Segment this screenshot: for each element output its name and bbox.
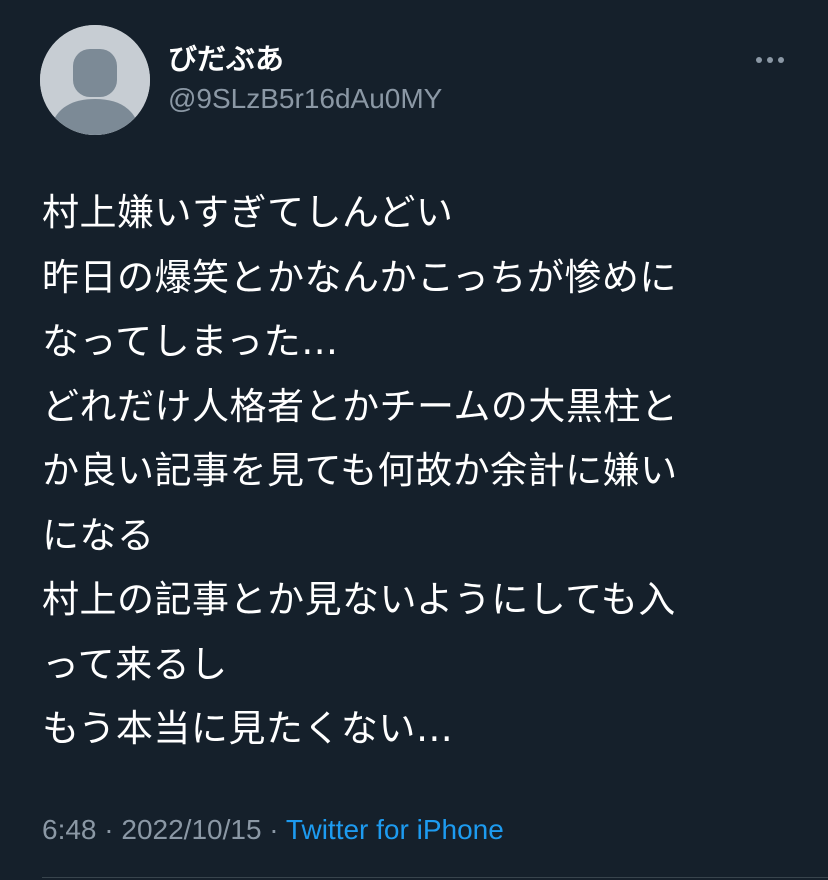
meta-separator: · bbox=[261, 814, 286, 845]
tweet-date[interactable]: 2022/10/15 bbox=[121, 814, 261, 845]
display-name[interactable]: びだぶあ bbox=[168, 40, 284, 78]
tweet-source-link[interactable]: Twitter for iPhone bbox=[286, 814, 504, 845]
tweet-text-line: どれだけ人格者とかチームの大黒柱と bbox=[42, 384, 679, 428]
tweet-text-line: って来るし bbox=[42, 642, 228, 686]
avatar[interactable] bbox=[40, 25, 150, 135]
more-options-button[interactable] bbox=[748, 46, 792, 74]
user-handle[interactable]: @9SLzB5r16dAu0MY bbox=[168, 81, 442, 117]
tweet-metadata: 6:48 · 2022/10/15 · Twitter for iPhone bbox=[42, 810, 504, 850]
tweet-text-line: 村上の記事とか見ないようにしても入 bbox=[42, 578, 676, 621]
default-profile-icon bbox=[40, 25, 150, 135]
divider bbox=[42, 877, 828, 878]
more-dots-icon bbox=[756, 57, 784, 63]
tweet-text-line: なってしまった… bbox=[42, 320, 339, 363]
tweet-time[interactable]: 6:48 bbox=[42, 814, 97, 845]
tweet-text-line: 昨日の爆笑とかなんかこっちが惨めに bbox=[42, 255, 677, 299]
tweet-text: 村上嫌いすぎてしんどい 昨日の爆笑とかなんかこっちが惨めに なってしまった… ど… bbox=[42, 181, 802, 762]
tweet-text-line: 村上嫌いすぎてしんどい bbox=[42, 191, 454, 234]
tweet-text-line: になる bbox=[42, 513, 155, 557]
tweet-text-line: もう本当に見たくない… bbox=[42, 707, 454, 750]
tweet-text-line: か良い記事を見ても何故か余計に嫌い bbox=[42, 449, 678, 492]
meta-separator: · bbox=[96, 814, 122, 845]
tweet-detail: びだぶあ @9SLzB5r16dAu0MY 村上嫌いすぎてしんどい 昨日の爆笑と… bbox=[0, 0, 828, 880]
